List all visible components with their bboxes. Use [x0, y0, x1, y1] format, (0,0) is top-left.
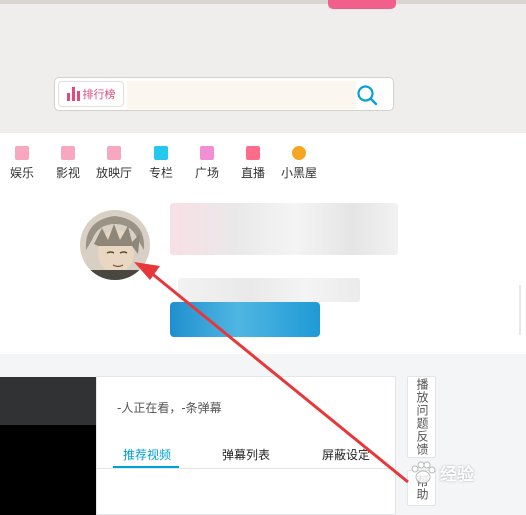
playback-feedback-button[interactable]: 播放问题反馈 — [407, 376, 436, 458]
tab-block-settings[interactable]: 屏蔽设定 — [322, 446, 370, 463]
nav-label: 小黑屋 — [280, 166, 317, 180]
theater-icon — [107, 146, 121, 160]
tab-recommended-videos[interactable]: 推荐视频 — [123, 446, 171, 463]
avatar[interactable] — [80, 210, 150, 280]
nav-item-column[interactable]: 专栏 — [139, 146, 183, 181]
nav-item-theater[interactable]: 放映厅 — [92, 146, 136, 181]
watermark-text: 经验 — [440, 465, 474, 485]
header-top-line — [0, 0, 526, 4]
follow-button[interactable] — [170, 302, 320, 337]
nav-item-entertainment[interactable]: 娱乐 — [0, 146, 44, 181]
blurred-user-info — [178, 278, 360, 302]
bar-chart-icon — [66, 87, 80, 101]
nav-label: 专栏 — [148, 166, 173, 180]
player-side-panel: -人正在看，-条弹幕 推荐视频 弹幕列表 屏蔽设定 — [96, 376, 396, 515]
nav-label: 广场 — [194, 166, 219, 180]
search-input[interactable] — [127, 81, 356, 109]
nav-item-blackroom[interactable]: 小黑屋 — [277, 146, 321, 181]
pink-tab-button[interactable] — [328, 0, 396, 9]
nav-item-live[interactable]: 直播 — [231, 146, 275, 181]
watch-info: -人正在看，-条弹幕 — [117, 401, 222, 415]
avatar-image — [80, 210, 150, 280]
edge-divider — [519, 285, 521, 335]
nav-label: 放映厅 — [95, 166, 132, 180]
watermark: 经验 — [410, 460, 474, 485]
active-tab-indicator — [113, 466, 179, 468]
category-nav: 娱乐 影视 放映厅 专栏 广场 直播 小黑屋 — [0, 140, 526, 190]
header-banner — [0, 0, 526, 133]
nav-label: 影视 — [55, 166, 80, 180]
tab-danmaku-list[interactable]: 弹幕列表 — [222, 446, 270, 463]
nav-item-film[interactable]: 影视 — [46, 146, 90, 181]
ranking-label: 排行榜 — [82, 88, 116, 101]
entertainment-icon — [15, 146, 29, 160]
search-bar: 排行榜 — [54, 77, 394, 111]
paw-logo-icon — [411, 461, 436, 483]
search-icon[interactable] — [356, 84, 378, 106]
ranking-button[interactable]: 排行榜 — [58, 81, 124, 107]
panel-tabs: 推荐视频 弹幕列表 屏蔽设定 — [97, 438, 395, 469]
nav-label: 娱乐 — [9, 166, 34, 180]
column-icon — [154, 146, 168, 160]
square-icon — [200, 146, 214, 160]
blackroom-icon — [292, 146, 306, 160]
blurred-username — [170, 203, 398, 255]
nav-label: 直播 — [240, 166, 265, 180]
video-player[interactable] — [0, 425, 96, 515]
nav-item-square[interactable]: 广场 — [185, 146, 229, 181]
film-icon — [61, 146, 75, 160]
live-icon — [246, 146, 260, 160]
player-header — [0, 377, 96, 425]
